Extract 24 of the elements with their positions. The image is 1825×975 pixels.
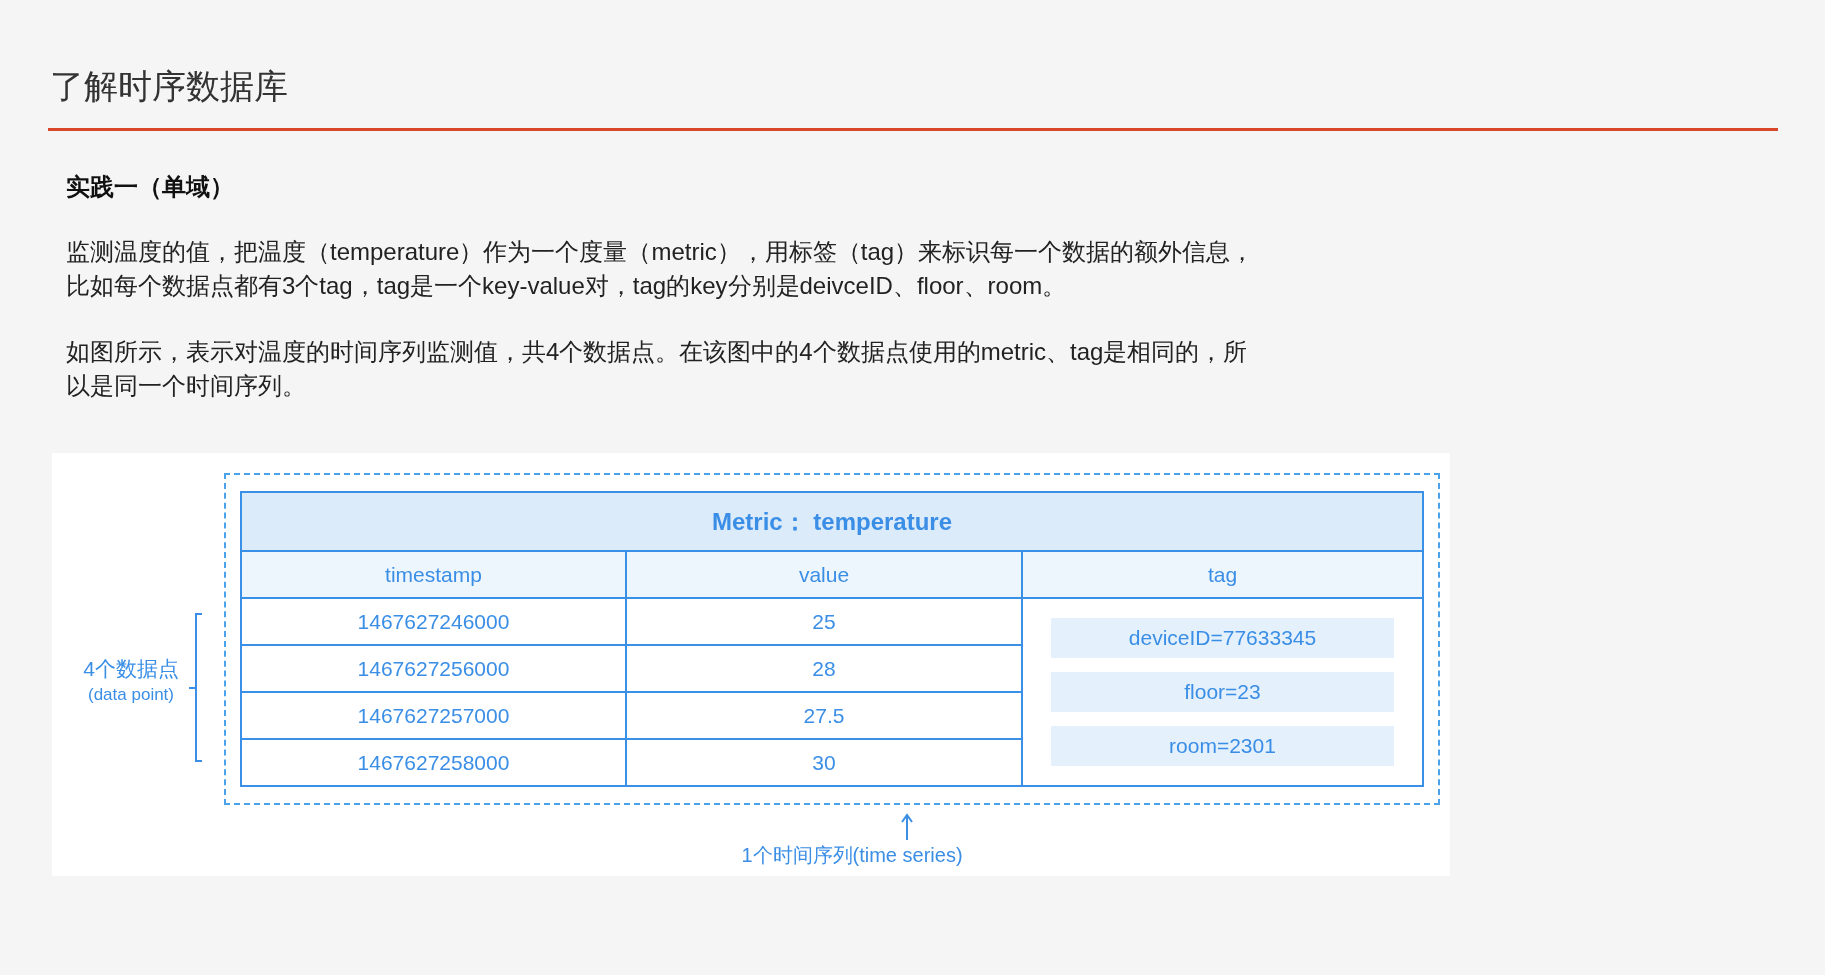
tag-chip: deviceID=77633345 [1051,618,1394,658]
slide-title: 了解时序数据库 [50,66,289,107]
column-header: value [627,552,1023,599]
points-label: 4个数据点 [83,656,179,682]
table-cell: 1467627256000 [242,646,627,693]
table-cell: 25 [627,599,1023,646]
section-heading: 实践一（单域） [66,172,235,202]
column-header: tag [1023,552,1422,599]
table-cell: 1467627257000 [242,693,627,740]
column-header: timestamp [242,552,627,599]
table-cell: 28 [627,646,1023,693]
bracket-icon [188,613,204,763]
arrow-icon [901,813,913,841]
table-cell: 1467627258000 [242,740,627,785]
points-sublabel: (data point) [88,684,174,706]
metric-header: Metric： temperature [242,493,1422,552]
paragraph: 监测温度的值，把温度（temperature）作为一个度量（metric），用标签（tag）来标识每一个数据的额外信息， 比如每个数据点都有3个tag，tag是一个key-value对，tag的key分别是deivceID、floor、room。 [66,237,1256,301]
tag-chip: floor=23 [1051,672,1394,712]
table-cell: 27.5 [627,693,1023,740]
paragraph: 如图所示，表示对温度的时间序列监测值，共4个数据点。在该图中的4个数据点使用的metric、tag是相同的，所 以是同一个时间序列。 [66,337,1249,401]
tag-chip: room=2301 [1051,726,1394,766]
series-label: 1个时间序列(time series) [741,843,963,868]
table-cell: 30 [627,740,1023,785]
table-cell: 1467627246000 [242,599,627,646]
